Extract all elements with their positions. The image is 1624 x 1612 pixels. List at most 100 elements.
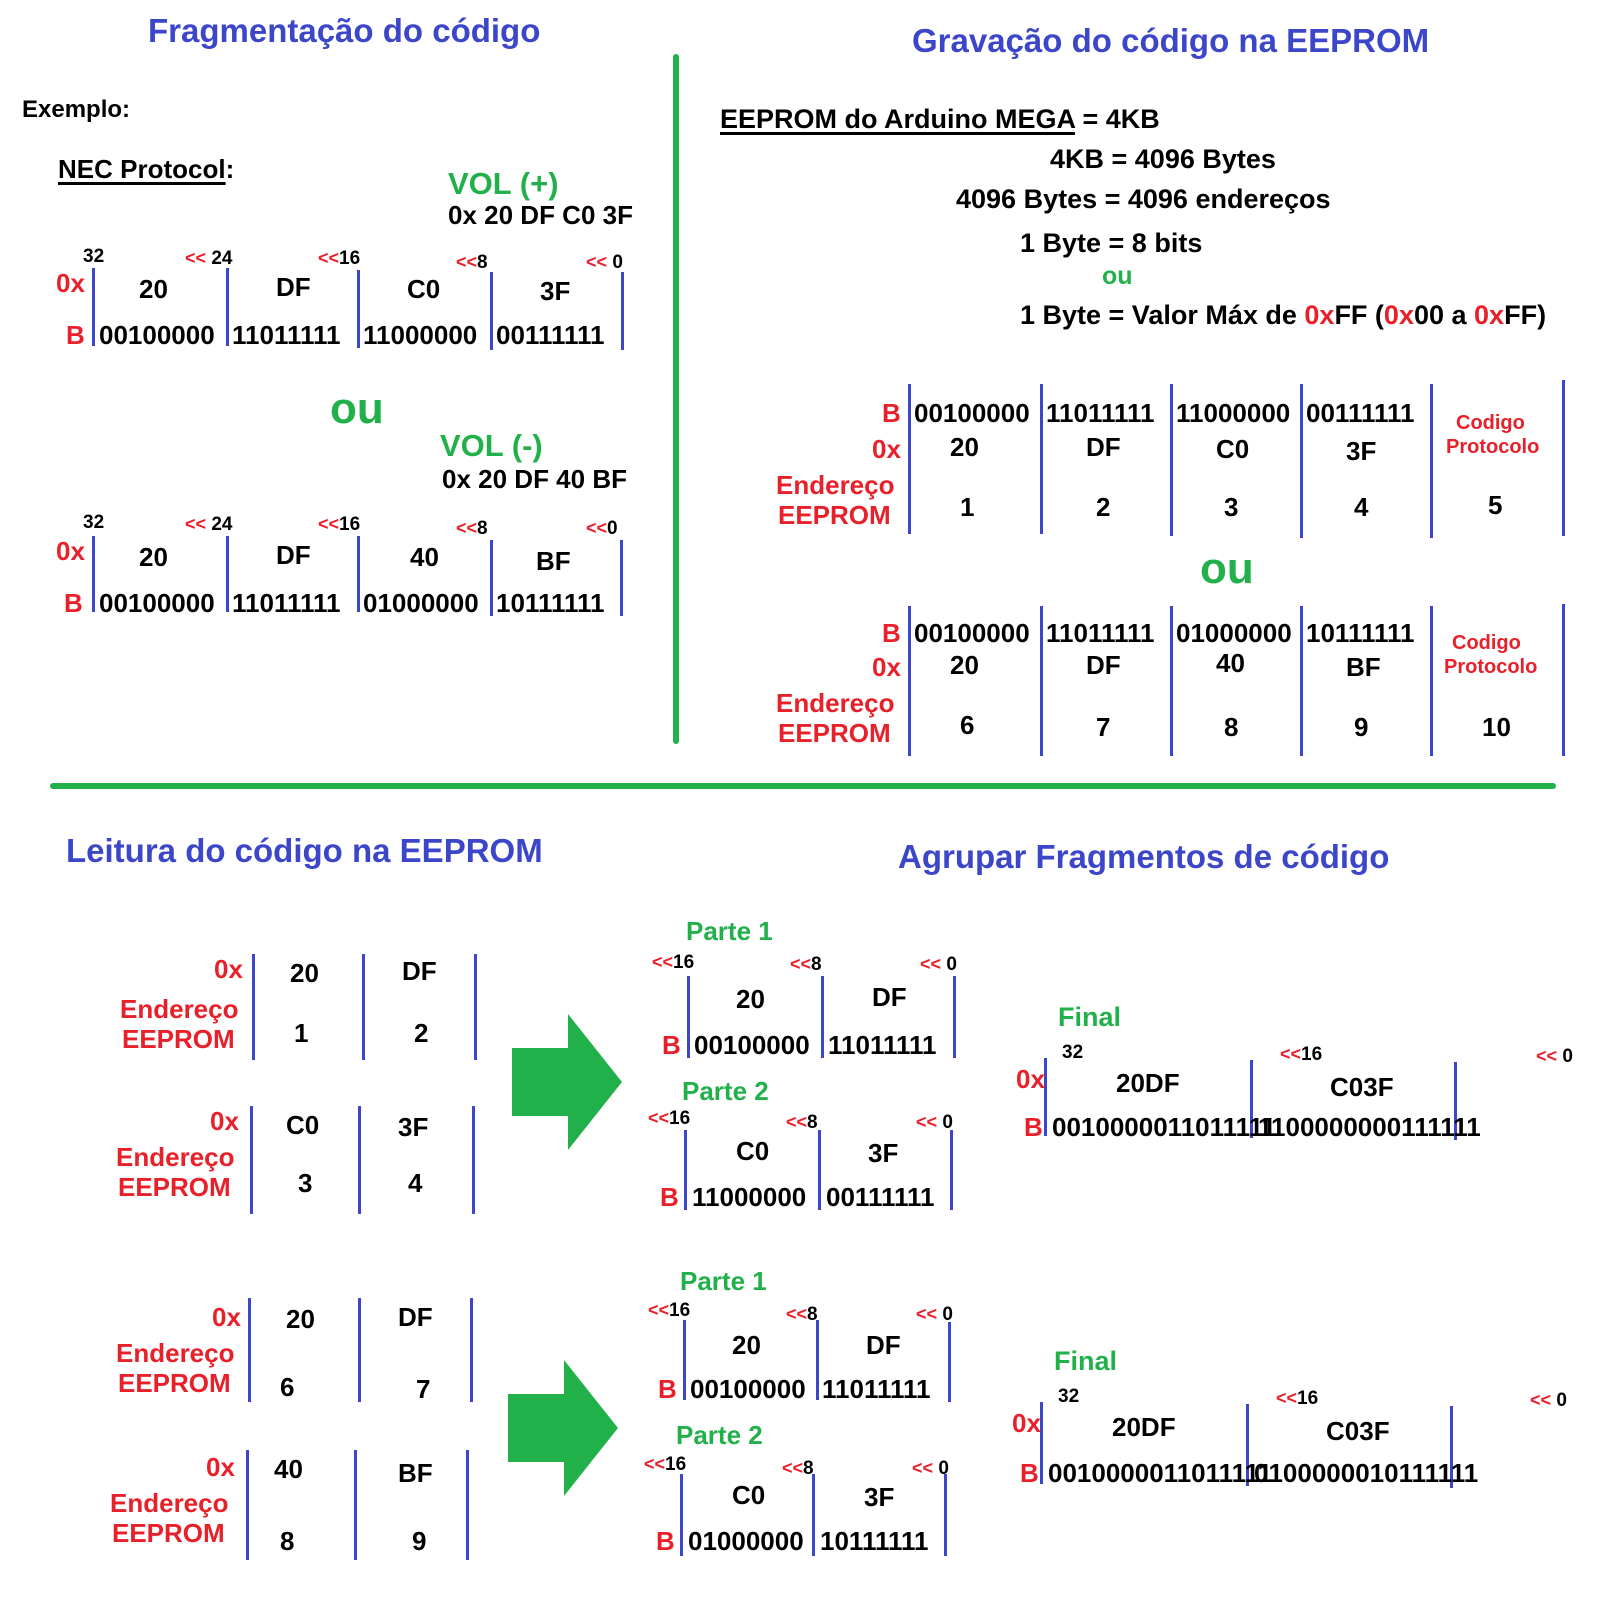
address-label: EEPROM: [112, 1518, 225, 1548]
hex-prefix: 0x: [1016, 1064, 1045, 1094]
address-label: Endereço: [116, 1142, 235, 1172]
column-line: [472, 1106, 475, 1214]
address-value: 9: [412, 1526, 427, 1556]
hex-byte: DF: [1086, 650, 1121, 680]
column-line: [683, 1320, 686, 1400]
bin-prefix: B: [658, 1374, 677, 1404]
hex-byte: 3F: [864, 1482, 895, 1512]
bin-word: 0010000011011111: [1052, 1112, 1277, 1142]
column-line: [948, 1322, 951, 1402]
column-line: [1170, 384, 1173, 536]
shift-label: << 0: [916, 1112, 953, 1133]
bin-byte: 11011111: [822, 1374, 931, 1404]
hex-byte: DF: [402, 956, 437, 986]
column-line: [466, 1450, 469, 1560]
address-value: 8: [280, 1526, 295, 1556]
hex-prefix: 0x: [212, 1302, 241, 1332]
column-line: [908, 384, 911, 534]
shift-label: <<8: [456, 252, 488, 273]
part-label: Parte 1: [686, 916, 773, 946]
column-line: [684, 1130, 687, 1210]
bin-byte: 00111111: [1306, 398, 1415, 428]
address-label: EEPROM: [778, 500, 891, 530]
bin-byte: 01000000: [688, 1526, 804, 1556]
code-full-hex: 0x 20 DF C0 3F: [448, 200, 633, 230]
protocol-colon: :: [225, 154, 235, 184]
address-value: 1: [960, 492, 975, 522]
hex-byte: 40: [410, 542, 439, 572]
column-line: [908, 606, 911, 756]
column-line: [950, 1130, 953, 1210]
bin-byte: 10111111: [496, 588, 605, 618]
column-line: [1300, 384, 1303, 538]
arrow-right-icon: [508, 1360, 618, 1496]
bin-byte: 00100000: [914, 618, 1030, 648]
shift-label: <<0: [586, 518, 618, 539]
address-value: 4: [1354, 492, 1369, 522]
shift-label: <<8: [786, 1304, 818, 1325]
shift-label: <<8: [456, 518, 488, 539]
column-line: [621, 272, 624, 350]
shift-label: <<8: [790, 954, 822, 975]
address-label: Endereço: [120, 994, 239, 1024]
bin-byte: 11000000: [363, 320, 478, 350]
column-line: [620, 540, 623, 616]
protocol-code-label: Codigo: [1452, 632, 1521, 654]
hex-byte: DF: [872, 982, 907, 1012]
bin-byte: 11011111: [232, 588, 341, 618]
column-line: [944, 1474, 947, 1556]
column-line: [92, 268, 95, 346]
bytes-line: 4KB = 4096 Bytes: [1050, 144, 1276, 174]
hex-byte: 20: [290, 958, 319, 988]
eeprom-size: = 4KB: [1074, 104, 1160, 134]
hex-prefix: 0x: [56, 536, 85, 566]
column-line: [953, 976, 956, 1058]
bin-prefix: B: [882, 398, 901, 428]
hex-byte: BF: [398, 1458, 433, 1488]
address-label: EEPROM: [118, 1172, 231, 1202]
or-label: ou: [330, 384, 384, 433]
column-line: [358, 1298, 361, 1402]
hex-byte: DF: [866, 1330, 901, 1360]
hex-byte: DF: [276, 540, 311, 570]
shift-label: <<16: [644, 1454, 687, 1475]
bin-word: 0100000010111111: [1254, 1458, 1479, 1488]
address-value: 3: [298, 1168, 313, 1198]
hex-prefix: 0x: [206, 1452, 235, 1482]
horizontal-divider: [50, 783, 1556, 789]
address-label: Endereço: [776, 470, 895, 500]
address-value: 6: [280, 1372, 295, 1402]
hex-byte: 20: [950, 432, 979, 462]
bin-byte: 00100000: [914, 398, 1030, 428]
hex-byte: 3F: [540, 276, 571, 306]
hex-byte: 20: [139, 542, 168, 572]
address-value: 4: [408, 1168, 423, 1198]
address-value: 10: [1482, 712, 1511, 742]
bin-byte: 00100000: [690, 1374, 806, 1404]
bin-prefix: B: [1020, 1458, 1039, 1488]
address-label: EEPROM: [778, 718, 891, 748]
hex-byte: BF: [536, 546, 571, 576]
hex-byte: 20: [736, 984, 765, 1014]
address-label: EEPROM: [122, 1024, 235, 1054]
column-line: [474, 954, 477, 1060]
column-line: [1040, 606, 1043, 756]
hex-byte: C0: [736, 1136, 770, 1166]
address-value: 1: [294, 1018, 309, 1048]
bin-prefix: B: [66, 320, 85, 350]
hex-byte: 40: [274, 1454, 303, 1484]
hex-word: 20DF: [1112, 1412, 1176, 1442]
protocol-name: NEC Protocol: [58, 154, 226, 184]
protocol-label: NEC Protocol:: [58, 154, 234, 185]
arrow-right-icon: [512, 1014, 622, 1150]
column-line: [816, 1320, 819, 1400]
hex-byte: 3F: [1346, 436, 1377, 466]
bin-prefix: B: [64, 588, 83, 618]
column-line: [680, 1474, 683, 1556]
hex-byte: 3F: [398, 1112, 429, 1142]
address-value: 5: [1488, 490, 1503, 520]
shift-label: <<8: [782, 1458, 814, 1479]
shift-label: <<16: [1280, 1044, 1323, 1065]
vertical-divider: [673, 54, 679, 744]
shift-label: << 0: [1536, 1046, 1573, 1067]
